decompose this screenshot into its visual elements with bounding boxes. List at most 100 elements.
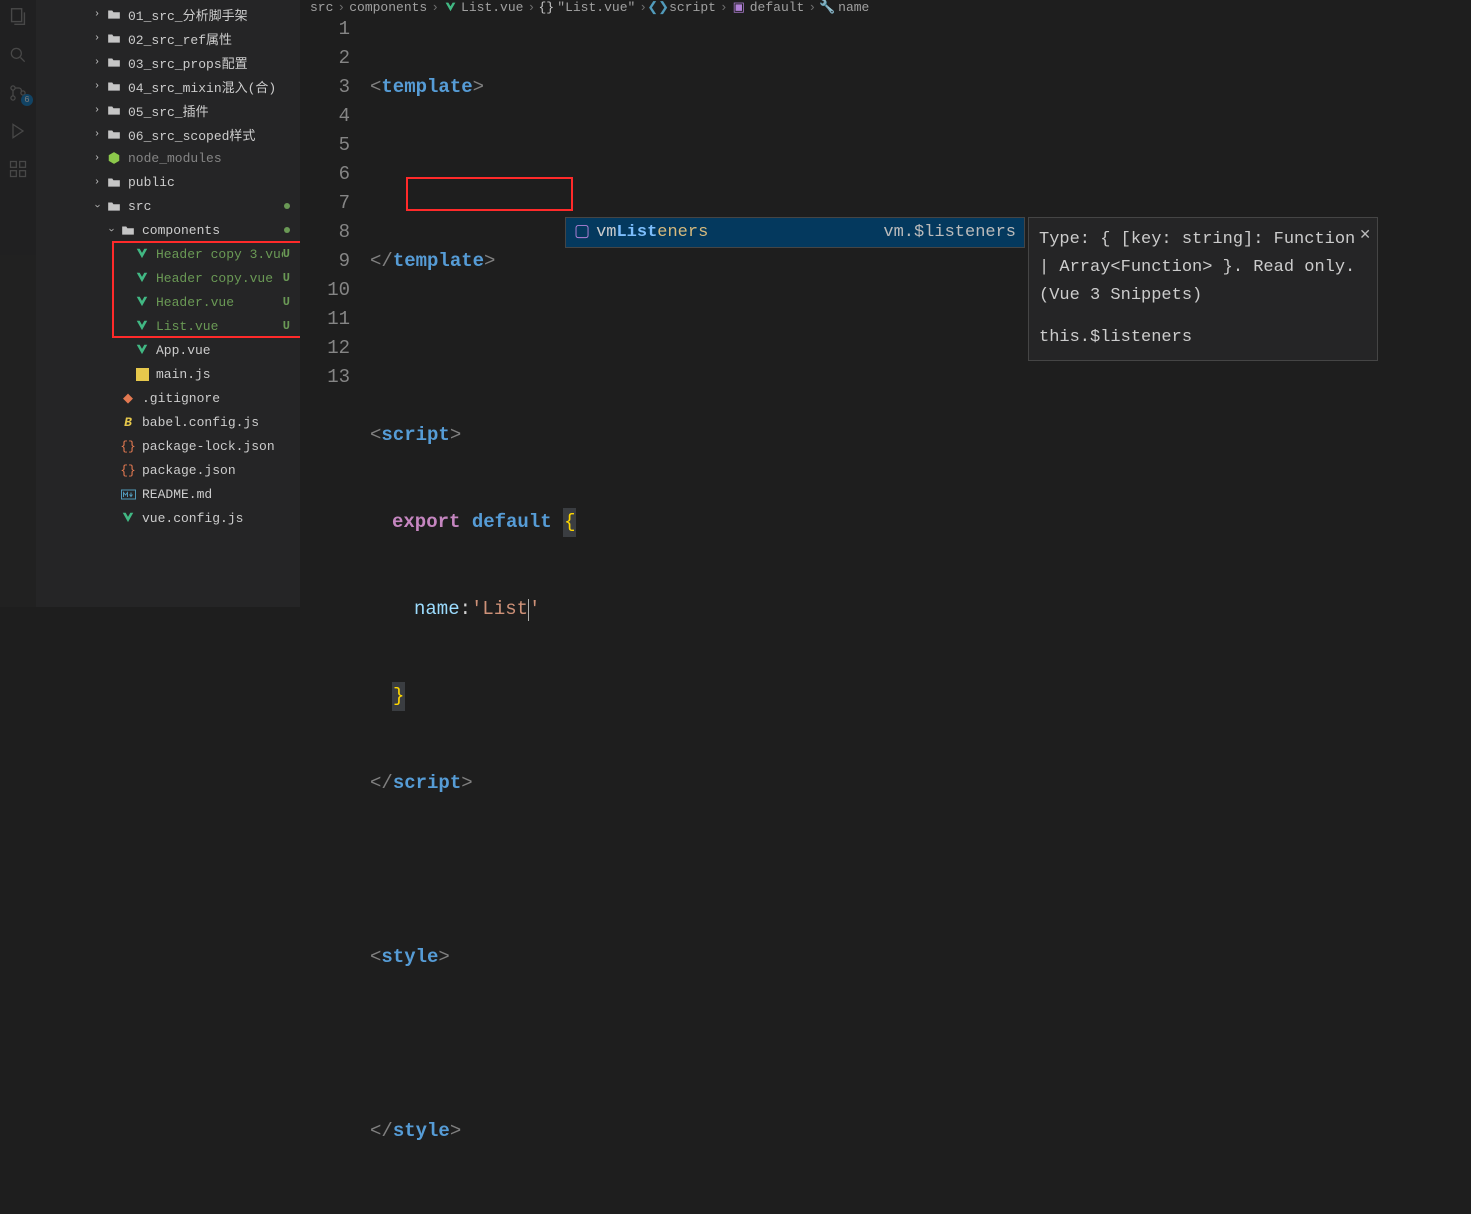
git-status-u: U — [283, 271, 290, 285]
breadcrumb-item[interactable]: src — [310, 0, 333, 15]
chevron-right-icon: › — [92, 153, 102, 163]
tree-file[interactable]: Header copy 3.vueU — [36, 242, 300, 266]
folder-icon — [106, 126, 122, 142]
folder-icon — [106, 6, 122, 22]
doc-body: Type: { [key: string]: Function | Array<… — [1039, 226, 1367, 310]
tok: style — [381, 943, 438, 972]
tree-file[interactable]: B babel.config.js — [36, 410, 300, 434]
tok: script — [381, 421, 449, 450]
tree-file[interactable]: main.js — [36, 362, 300, 386]
breadcrumb[interactable]: src›components›List.vue›{}"List.vue"›❮❯s… — [300, 0, 1471, 15]
debug-icon[interactable] — [7, 120, 29, 142]
explorer-sidebar: ›01_src_分析脚手架›02_src_ref属性›03_src_props配… — [36, 0, 300, 607]
breadcrumb-item[interactable]: components — [349, 0, 427, 15]
tree-label: 05_src_插件 — [128, 101, 290, 120]
tree-label: Header copy.vue — [156, 271, 283, 286]
tok: ' — [529, 595, 540, 624]
tok: > — [461, 769, 472, 798]
search-icon[interactable] — [7, 44, 29, 66]
tree-file[interactable]: Header.vueU — [36, 290, 300, 314]
tree-folder[interactable]: ›02_src_ref属性 — [36, 26, 300, 50]
code-editor[interactable]: 12345678910111213 <template> </template>… — [300, 15, 1471, 1214]
doc-popup: ✕ Type: { [key: string]: Function | Arra… — [1028, 217, 1378, 361]
tree-folder[interactable]: ›01_src_分析脚手架 — [36, 2, 300, 26]
tree-label: README.md — [142, 487, 290, 502]
chevron-right-icon: › — [527, 0, 535, 15]
line-number: 1 — [300, 15, 350, 44]
tree-file[interactable]: App.vue — [36, 338, 300, 362]
tree-file[interactable]: List.vueU — [36, 314, 300, 338]
line-gutter: 12345678910111213 — [300, 15, 370, 1214]
folder-icon — [106, 174, 122, 190]
tree-folder-src[interactable]: › src — [36, 194, 300, 218]
tree-folder[interactable]: › 03_src_props配置 — [36, 50, 300, 74]
tree-label: src — [128, 199, 284, 214]
tree-folder-public[interactable]: › public — [36, 170, 300, 194]
modified-dot-icon — [284, 227, 290, 233]
chevron-right-icon: › — [720, 0, 728, 15]
tree-file[interactable]: ◆ .gitignore — [36, 386, 300, 410]
editor-pane: src›components›List.vue›{}"List.vue"›❮❯s… — [300, 0, 1471, 607]
tree-folder-node-modules[interactable]: › node_modules — [36, 146, 300, 170]
folder-icon — [106, 30, 122, 46]
tree-label: 01_src_分析脚手架 — [128, 5, 290, 24]
tree-label: Header.vue — [156, 295, 283, 310]
tree-label: vue.config.js — [142, 511, 290, 526]
folder-icon — [106, 78, 122, 94]
tree-label: package-lock.json — [142, 439, 290, 454]
tree-folder[interactable]: ›06_src_scoped样式 — [36, 122, 300, 146]
tok: > — [438, 943, 449, 972]
tok: </ — [370, 769, 393, 798]
line-number: 2 — [300, 44, 350, 73]
scm-icon[interactable]: 6 — [7, 82, 29, 104]
close-icon[interactable]: ✕ — [1359, 222, 1371, 250]
line-number: 13 — [300, 363, 350, 392]
git-icon: ◆ — [120, 390, 136, 406]
tok: : — [460, 595, 471, 624]
chevron-right-icon: › — [92, 129, 102, 139]
chevron-right-icon: › — [92, 81, 102, 91]
json-icon: {} — [120, 438, 136, 454]
breadcrumb-item[interactable]: 🔧name — [820, 0, 869, 15]
vue-icon — [134, 318, 150, 334]
breadcrumb-item[interactable]: ❮❯script — [651, 0, 716, 15]
module-icon: ▣ — [732, 1, 746, 15]
tree-file[interactable]: {} package-lock.json — [36, 434, 300, 458]
json-icon: {} — [120, 462, 136, 478]
files-icon[interactable] — [7, 6, 29, 28]
folder-icon — [120, 222, 136, 238]
tree-label: List.vue — [156, 319, 283, 334]
tok: template — [381, 73, 472, 102]
activity-bar: 6 — [0, 0, 36, 607]
tree-folder[interactable]: ›05_src_插件 — [36, 98, 300, 122]
intellisense-popup[interactable]: ▢ vmListeners vm.$listeners — [565, 217, 1025, 248]
tok: </ — [370, 247, 393, 276]
braces-icon: {} — [539, 1, 553, 15]
suggestion-match: List — [616, 223, 657, 242]
tree-file[interactable]: {} package.json — [36, 458, 300, 482]
tok: List — [482, 595, 528, 624]
chevron-right-icon: › — [92, 57, 102, 67]
tree-file[interactable]: Header copy.vueU — [36, 266, 300, 290]
tree-label: node_modules — [128, 151, 290, 166]
breadcrumb-item[interactable]: ▣default — [732, 0, 805, 15]
breadcrumb-label: name — [838, 0, 869, 15]
suggestion-rest: eners — [657, 223, 708, 242]
breadcrumb-label: List.vue — [461, 0, 523, 15]
breadcrumb-item[interactable]: {}"List.vue" — [539, 0, 635, 15]
line-number: 10 — [300, 276, 350, 305]
breadcrumb-label: script — [669, 0, 716, 15]
tree-file[interactable]: vue.config.js — [36, 506, 300, 530]
js-icon — [134, 366, 150, 382]
code-content[interactable]: <template> </template> <script> export d… — [370, 15, 1471, 1214]
extensions-icon[interactable] — [7, 158, 29, 180]
tok: ' — [471, 595, 482, 624]
tree-folder[interactable]: ›04_src_mixin混入(合) — [36, 74, 300, 98]
breadcrumb-item[interactable]: List.vue — [443, 0, 523, 15]
git-status-u: U — [283, 319, 290, 333]
tree-folder-components[interactable]: › components — [36, 218, 300, 242]
suggestion-icon: ▢ — [574, 218, 590, 247]
tree-file[interactable]: README.md — [36, 482, 300, 506]
tree-label: .gitignore — [142, 391, 290, 406]
tree-label: 03_src_props配置 — [128, 53, 290, 72]
